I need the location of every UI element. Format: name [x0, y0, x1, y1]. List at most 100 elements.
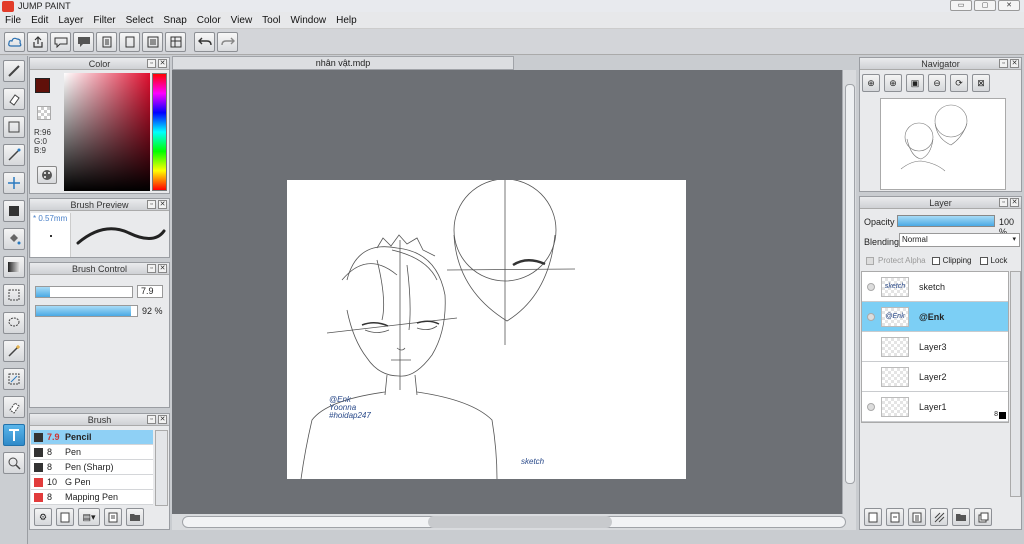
layer-opacity-slider[interactable] [897, 215, 995, 227]
layer-row-layer1[interactable]: Layer1 8 [862, 392, 1008, 422]
panel-detach-icon[interactable]: ▫ [147, 200, 156, 209]
saturation-value-picker[interactable] [64, 73, 150, 191]
menu-view[interactable]: View [226, 15, 258, 26]
layer-row-layer2[interactable]: Layer2 [862, 362, 1008, 392]
restore-button[interactable]: ▢ [974, 0, 996, 11]
new-layer-icon[interactable] [864, 508, 882, 526]
undo-icon[interactable] [194, 31, 215, 52]
hue-slider[interactable] [152, 73, 167, 191]
zoom-pointer-icon[interactable] [3, 452, 25, 474]
brush-item-pen-sharp[interactable]: 8 Pen (Sharp) [31, 460, 153, 475]
rectangle-tool-icon[interactable] [3, 116, 25, 138]
panel-close-icon[interactable]: ✕ [158, 200, 167, 209]
panel-close-icon[interactable]: ✕ [158, 415, 167, 424]
rect-select-tool-icon[interactable] [3, 284, 25, 306]
brush-opacity-slider[interactable] [35, 305, 138, 317]
brush-size-value[interactable]: 7.9 [137, 285, 163, 298]
transparent-swatch[interactable] [37, 106, 51, 120]
zoom-out-icon[interactable]: ⊖ [928, 74, 946, 92]
zoom-in-icon[interactable]: ⊕ [862, 74, 880, 92]
fit-screen-icon[interactable]: ▣ [906, 74, 924, 92]
page-icon[interactable] [119, 31, 140, 52]
menu-window[interactable]: Window [286, 15, 332, 26]
panel-close-icon[interactable]: ✕ [1010, 59, 1019, 68]
layer-folder-icon[interactable] [952, 508, 970, 526]
layer-row-sketch[interactable]: sketch sketch [862, 272, 1008, 302]
navigator-preview[interactable] [880, 98, 1006, 190]
clipping-checkbox[interactable] [931, 256, 940, 265]
export-icon[interactable] [27, 31, 48, 52]
protect-alpha-checkbox[interactable] [866, 256, 874, 265]
brush-item-mapping-pen[interactable]: 8 Mapping Pen [31, 490, 153, 505]
minimize-button[interactable]: ▭ [950, 0, 972, 11]
duplicate-layer-icon[interactable] [886, 508, 904, 526]
layer-row-enk[interactable]: @Enk @Enk [862, 302, 1008, 332]
lasso-tool-icon[interactable] [3, 312, 25, 334]
layer-row-layer3[interactable]: Layer3 [862, 332, 1008, 362]
visibility-toggle-icon[interactable] [867, 402, 875, 411]
panel-detach-icon[interactable]: ▫ [147, 264, 156, 273]
rotate-icon[interactable]: ⟳ [950, 74, 968, 92]
menu-snap[interactable]: Snap [158, 15, 191, 26]
line-tool-icon[interactable] [3, 144, 25, 166]
brush-settings-icon[interactable]: ⚙ [34, 508, 52, 526]
visibility-toggle-icon[interactable] [867, 282, 875, 291]
menu-help[interactable]: Help [331, 15, 362, 26]
lock-checkbox[interactable] [979, 256, 988, 265]
panel-detach-icon[interactable]: ▫ [999, 59, 1008, 68]
brush-size-slider[interactable] [35, 286, 133, 298]
blending-mode-select[interactable]: Normal ▾ [899, 233, 1020, 247]
horizontal-scroll-thumb[interactable] [428, 516, 612, 528]
menu-select[interactable]: Select [121, 15, 159, 26]
brush-menu-icon[interactable]: ▤▾ [78, 508, 100, 526]
menu-edit[interactable]: Edit [26, 15, 53, 26]
halftone-layer-icon[interactable] [930, 508, 948, 526]
brush-folder-icon[interactable] [126, 508, 144, 526]
menu-layer[interactable]: Layer [53, 15, 88, 26]
brush-item-pen[interactable]: 8 Pen [31, 445, 153, 460]
brush-tool-icon[interactable] [3, 60, 25, 82]
canvas-vertical-scrollbar[interactable] [842, 70, 856, 514]
document-icon[interactable] [96, 31, 117, 52]
menu-tool[interactable]: Tool [257, 15, 285, 26]
reset-view-icon[interactable]: ⊠ [972, 74, 990, 92]
panel-detach-icon[interactable]: ▫ [147, 59, 156, 68]
brush-list-scrollbar[interactable] [155, 430, 168, 506]
panel-detach-icon[interactable]: ▫ [999, 198, 1008, 207]
menu-file[interactable]: File [0, 15, 26, 26]
move-tool-icon[interactable] [3, 172, 25, 194]
copy-brush-icon[interactable] [104, 508, 122, 526]
visibility-toggle-icon[interactable] [867, 312, 875, 321]
merge-layer-icon[interactable] [974, 508, 992, 526]
select-eraser-icon[interactable] [3, 396, 25, 418]
menu-color[interactable]: Color [192, 15, 226, 26]
text-tool-icon[interactable] [3, 424, 25, 446]
zoom-plus-icon[interactable]: ⊕ [884, 74, 902, 92]
palette-icon[interactable] [37, 166, 57, 184]
redo-icon[interactable] [217, 31, 238, 52]
document-tab[interactable]: nhân vật.mdp [172, 56, 514, 70]
panel-close-icon[interactable]: ✕ [158, 264, 167, 273]
eraser-tool-icon[interactable] [3, 88, 25, 110]
close-button[interactable]: ✕ [998, 0, 1020, 11]
select-pen-icon[interactable] [3, 368, 25, 390]
list-icon[interactable] [142, 31, 163, 52]
magic-wand-icon[interactable] [3, 340, 25, 362]
chat-icon[interactable] [50, 31, 71, 52]
new-brush-icon[interactable] [56, 508, 74, 526]
fill-rect-tool-icon[interactable] [3, 200, 25, 222]
panel-detach-icon[interactable]: ▫ [147, 415, 156, 424]
bucket-tool-icon[interactable] [3, 228, 25, 250]
layer-properties-icon[interactable] [908, 508, 926, 526]
gradient-tool-icon[interactable] [3, 256, 25, 278]
canvas-horizontal-scrollbar[interactable] [172, 514, 856, 530]
layer-list-scrollbar[interactable] [1010, 271, 1021, 497]
cloud-icon[interactable] [4, 31, 25, 52]
brush-item-g-pen[interactable]: 10 G Pen [31, 475, 153, 490]
vertical-scroll-thumb[interactable] [845, 84, 855, 484]
drawing-canvas[interactable]: @Enk Yoonna #hoidap247 sketch [287, 178, 686, 480]
grid-settings-icon[interactable] [165, 31, 186, 52]
primary-color-swatch[interactable] [35, 78, 50, 93]
menu-filter[interactable]: Filter [88, 15, 120, 26]
comment-icon[interactable] [73, 31, 94, 52]
